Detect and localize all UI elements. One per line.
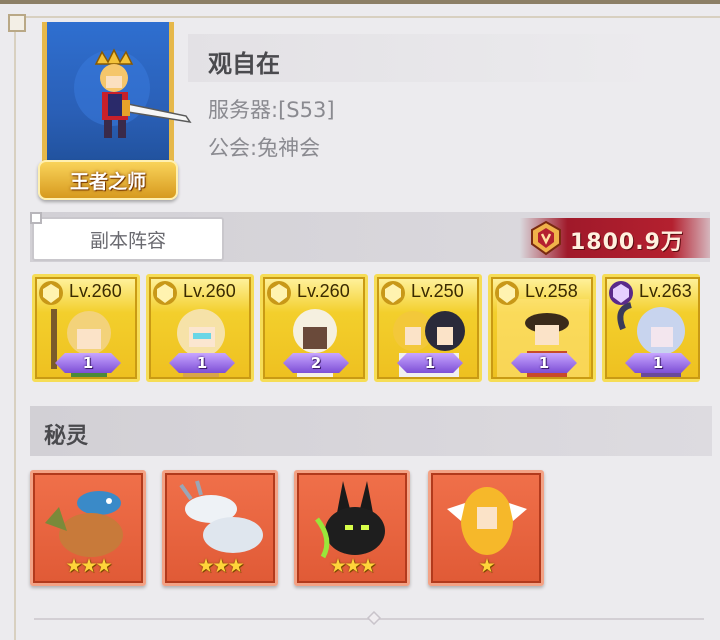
faction-gold-icon xyxy=(267,281,291,305)
spirit-stars: ★ xyxy=(478,555,495,577)
hero-level: Lv.250 xyxy=(411,281,464,301)
spirit-stars: ★★★ xyxy=(65,555,112,577)
spirit-card[interactable]: ★★★ xyxy=(294,470,410,586)
hero-level: Lv.258 xyxy=(525,281,578,301)
hero-card[interactable]: Lv.260 2 xyxy=(260,274,368,382)
spirit-stars: ★★★ xyxy=(329,555,376,577)
spirit-card[interactable]: ★ xyxy=(428,470,544,586)
hero-level: Lv.260 xyxy=(183,281,236,301)
hero-card[interactable]: Lv.263 1 xyxy=(602,274,700,382)
spirit-card[interactable]: ★★★ xyxy=(162,470,278,586)
star-count: 2 xyxy=(310,354,322,372)
dark-rabbit-spirit-icon xyxy=(315,481,385,559)
hero-level: Lv.260 xyxy=(69,281,122,301)
spirit-header-bar xyxy=(30,406,712,456)
star-count: 1 xyxy=(196,354,208,372)
star-count: 1 xyxy=(424,354,436,372)
tab-dungeon-lineup[interactable]: 副本阵容 xyxy=(32,217,224,261)
star-count: 1 xyxy=(82,354,94,372)
corner-ornament xyxy=(8,14,26,32)
king-avatar-icon xyxy=(74,48,192,138)
server-info: 服务器:[S53] xyxy=(208,98,335,122)
faction-purple-icon xyxy=(609,281,633,305)
hero-card[interactable]: Lv.260 1 xyxy=(32,274,140,382)
title-badge: 王者之师 xyxy=(38,160,178,200)
spirit-stars: ★★★ xyxy=(197,555,244,577)
dragon-spirit-icon xyxy=(45,491,123,557)
faction-gold-icon xyxy=(153,281,177,305)
hero-card[interactable]: Lv.260 1 xyxy=(146,274,254,382)
player-avatar[interactable]: 王者之师 xyxy=(38,22,192,200)
player-info-panel: 王者之师 观自在 服务器:[S53] 公会:兔神会 副本阵容 1800.9万 L… xyxy=(0,0,720,640)
guild-info: 公会:兔神会 xyxy=(208,136,321,160)
spirit-card[interactable]: ★★★ xyxy=(30,470,146,586)
faction-gold-icon xyxy=(39,281,63,305)
hero-card[interactable]: Lv.258 1 xyxy=(488,274,596,382)
tab-corner-ornament xyxy=(30,212,42,224)
star-count: 1 xyxy=(652,354,664,372)
hero-card[interactable]: Lv.250 1 xyxy=(374,274,482,382)
divider-ornament-icon xyxy=(366,611,382,625)
power-emblem-icon xyxy=(531,220,561,256)
star-count: 1 xyxy=(538,354,550,372)
spirit-section-title: 秘灵 xyxy=(44,424,89,449)
faction-gold-icon xyxy=(381,281,405,305)
hero-level: Lv.260 xyxy=(297,281,350,301)
white-dragon-spirit-icon xyxy=(179,480,263,553)
player-name: 观自在 xyxy=(208,50,280,78)
combat-power: 1800.9万 xyxy=(570,230,684,255)
hero-level: Lv.263 xyxy=(639,281,692,301)
golden-angel-spirit-icon xyxy=(447,487,527,555)
faction-gold-icon xyxy=(495,281,519,305)
